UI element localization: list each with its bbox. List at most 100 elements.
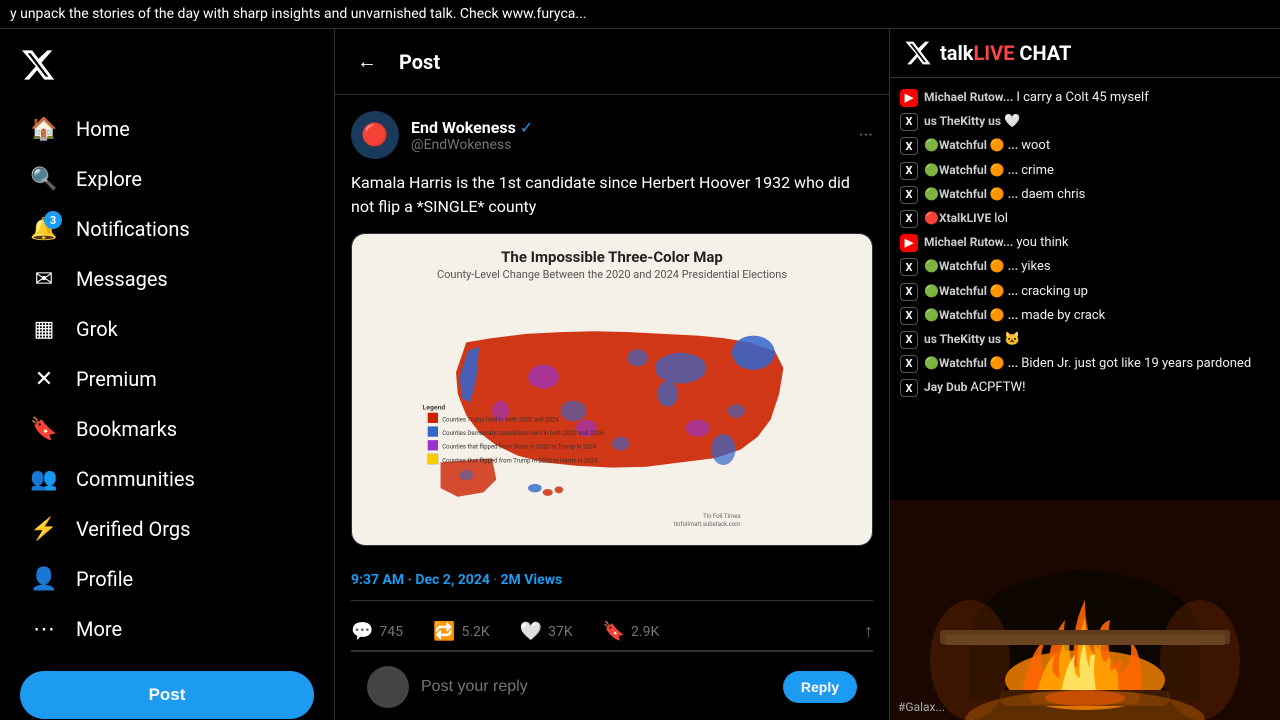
sidebar-item-communities[interactable]: 👥Communities xyxy=(10,455,324,503)
tweet-text: Kamala Harris is the 1st candidate since… xyxy=(351,171,873,219)
bookmark-count: 2.9K xyxy=(631,624,659,640)
tweet-timestamp: 9:37 AM · Dec 2, 2024 · 2M Views xyxy=(351,560,873,601)
sidebar-item-profile[interactable]: 👤 Profile xyxy=(10,555,324,603)
chat-message-content: us TheKitty us 🤍 xyxy=(924,113,1020,131)
sidebar-item-premium[interactable]: ✕Premium xyxy=(10,355,324,403)
chat-message: ▶Michael Rutow... I carry a Colt 45 myse… xyxy=(896,86,1274,110)
chat-message: Xus TheKitty us 🤍 xyxy=(896,110,1274,134)
reply-count: 745 xyxy=(379,624,403,640)
content-title: Post xyxy=(399,50,440,74)
explore-icon: 🔍 xyxy=(30,165,58,193)
chat-message: Xus TheKitty us 🐱 xyxy=(896,328,1274,352)
author-name[interactable]: End Wokeness xyxy=(411,118,516,137)
sidebar-item-explore[interactable]: 🔍Explore xyxy=(10,155,324,203)
sidebar-item-label-profile: Profile xyxy=(76,567,133,591)
sidebar-item-label-bookmarks: Bookmarks xyxy=(76,417,177,441)
retweet-action[interactable]: 🔁 5.2K xyxy=(433,621,490,642)
chat-username[interactable]: 🔴XtalkLIVE xyxy=(924,211,994,225)
chat-message: X🟢Watchful 🟠 ... yikes xyxy=(896,255,1274,279)
grok-icon: ▦ xyxy=(30,315,58,343)
tweet-container: 🔴 End Wokeness ✓ @EndWokeness ··· Kamala… xyxy=(335,95,889,720)
profile-icon: 👤 xyxy=(30,565,58,593)
notifications-badge: 3 xyxy=(44,211,62,229)
map-svg: Counties Trump held in both 2020 and 202… xyxy=(366,291,858,531)
sidebar-item-label-home: Home xyxy=(76,117,130,141)
chat-username[interactable]: 🟢Watchful 🟠 ... xyxy=(924,163,1021,177)
post-button[interactable]: Post xyxy=(20,671,314,719)
chat-message: XJay Dub ACPFTW! xyxy=(896,376,1274,400)
chat-message-content: us TheKitty us 🐱 xyxy=(924,331,1020,349)
tweet-menu-button[interactable]: ··· xyxy=(859,125,873,146)
content-header: ← Post xyxy=(335,29,889,95)
brand-chat: CHAT xyxy=(1014,41,1071,65)
svg-text:Tin Foil Times: Tin Foil Times xyxy=(703,513,740,520)
chat-message: X🟢Watchful 🟠 ... made by crack xyxy=(896,304,1274,328)
author-handle: @EndWokeness xyxy=(411,137,533,153)
usa-map: Counties Trump held in both 2020 and 202… xyxy=(366,291,858,531)
chat-message-text: 🤍 xyxy=(1004,114,1020,129)
x-platform-icon: X xyxy=(900,331,918,349)
map-title: The Impossible Three-Color Map xyxy=(366,248,858,266)
x-platform-icon: X xyxy=(900,186,918,204)
chat-message-text: crime xyxy=(1021,163,1054,178)
sidebar-item-more[interactable]: ⋯More xyxy=(10,605,324,653)
sidebar-item-messages[interactable]: ✉Messages xyxy=(10,255,324,303)
more-icon: ⋯ xyxy=(30,615,58,643)
x-platform-icon: X xyxy=(900,137,918,155)
views-label: Views xyxy=(524,572,562,588)
chat-username[interactable]: 🟢Watchful 🟠 ... xyxy=(924,259,1021,273)
chat-username[interactable]: Michael Rutow... xyxy=(924,235,1016,249)
svg-text:Legend: Legend xyxy=(423,403,446,411)
chat-message: X🟢Watchful 🟠 ... crime xyxy=(896,159,1274,183)
share-action[interactable]: ↑ xyxy=(864,621,873,642)
chat-message-content: 🟢Watchful 🟠 ... made by crack xyxy=(924,307,1105,325)
svg-text:Counties that flipped from Bid: Counties that flipped from Biden in 2020… xyxy=(442,444,597,451)
sidebar-item-label-communities: Communities xyxy=(76,467,195,491)
sidebar-item-bookmarks[interactable]: 🔖Bookmarks xyxy=(10,405,324,453)
sidebar-logo[interactable] xyxy=(0,39,334,103)
x-chat-logo xyxy=(904,39,932,67)
chat-username[interactable]: 🟢Watchful 🟠 ... xyxy=(924,284,1021,298)
back-button[interactable]: ← xyxy=(351,43,383,80)
chat-username[interactable]: 🟢Watchful 🟠 ... xyxy=(924,308,1021,322)
home-icon: 🏠 xyxy=(30,115,58,143)
chat-message-content: Jay Dub ACPFTW! xyxy=(924,379,1025,397)
chat-username[interactable]: 🟢Watchful 🟠 ... xyxy=(924,187,1021,201)
chat-message-text: daem chris xyxy=(1021,187,1085,202)
sidebar-item-grok[interactable]: ▦ Grok xyxy=(10,305,324,353)
chat-message-text: I carry a Colt 45 myself xyxy=(1016,90,1148,105)
chat-username[interactable]: us TheKitty us xyxy=(924,114,1004,128)
sidebar-item-notifications[interactable]: 🔔3Notifications xyxy=(10,205,324,253)
map-subtitle: County-Level Change Between the 2020 and… xyxy=(366,268,858,281)
chat-message-text: woot xyxy=(1021,138,1050,153)
chat-message-text: yikes xyxy=(1021,259,1050,274)
chat-username[interactable]: 🟢Watchful 🟠 ... xyxy=(924,356,1021,370)
chat-message-content: 🟢Watchful 🟠 ... crime xyxy=(924,162,1054,180)
sidebar-item-home[interactable]: 🏠 Home xyxy=(10,105,324,153)
reply-action[interactable]: 💬 745 xyxy=(351,621,403,642)
map-container: The Impossible Three-Color Map County-Le… xyxy=(352,234,872,545)
chat-message-content: 🟢Watchful 🟠 ... Biden Jr. just got like … xyxy=(924,355,1251,373)
like-action[interactable]: 🤍 37K xyxy=(520,621,573,642)
sidebar-item-label-messages: Messages xyxy=(76,267,168,291)
author-avatar[interactable]: 🔴 xyxy=(351,111,399,159)
chat-header: talkLIVE CHAT xyxy=(890,29,1280,78)
chat-message: X 🟢Watchful 🟠 ... daem chris xyxy=(896,183,1274,207)
chat-username[interactable]: Jay Dub xyxy=(924,380,970,394)
verified-orgs-icon: ⚡ xyxy=(30,515,58,543)
chat-username[interactable]: 🟢Watchful 🟠 ... xyxy=(924,138,1021,152)
chat-username[interactable]: Michael Rutow... xyxy=(924,90,1016,104)
chat-message-content: 🟢Watchful 🟠 ... yikes xyxy=(924,258,1051,276)
chat-message-content: Michael Rutow... I carry a Colt 45 mysel… xyxy=(924,89,1149,107)
bookmark-action[interactable]: 🔖 2.9K xyxy=(603,621,660,642)
reply-input[interactable] xyxy=(421,678,771,696)
tweet-author: 🔴 End Wokeness ✓ @EndWokeness ··· xyxy=(351,111,873,159)
video-thumbnail[interactable]: #Galax... xyxy=(890,500,1280,720)
reply-submit-button[interactable]: Reply xyxy=(783,671,857,703)
chat-message-content: 🟢Watchful 🟠 ... daem chris xyxy=(924,186,1085,204)
chat-username[interactable]: us TheKitty us xyxy=(924,332,1004,346)
sidebar-item-label-grok: Grok xyxy=(76,317,118,341)
sidebar-item-verified-orgs[interactable]: ⚡Verified Orgs xyxy=(10,505,324,553)
chat-message-text: 🐱 xyxy=(1004,332,1020,347)
brand-live: LIVE xyxy=(973,41,1014,65)
